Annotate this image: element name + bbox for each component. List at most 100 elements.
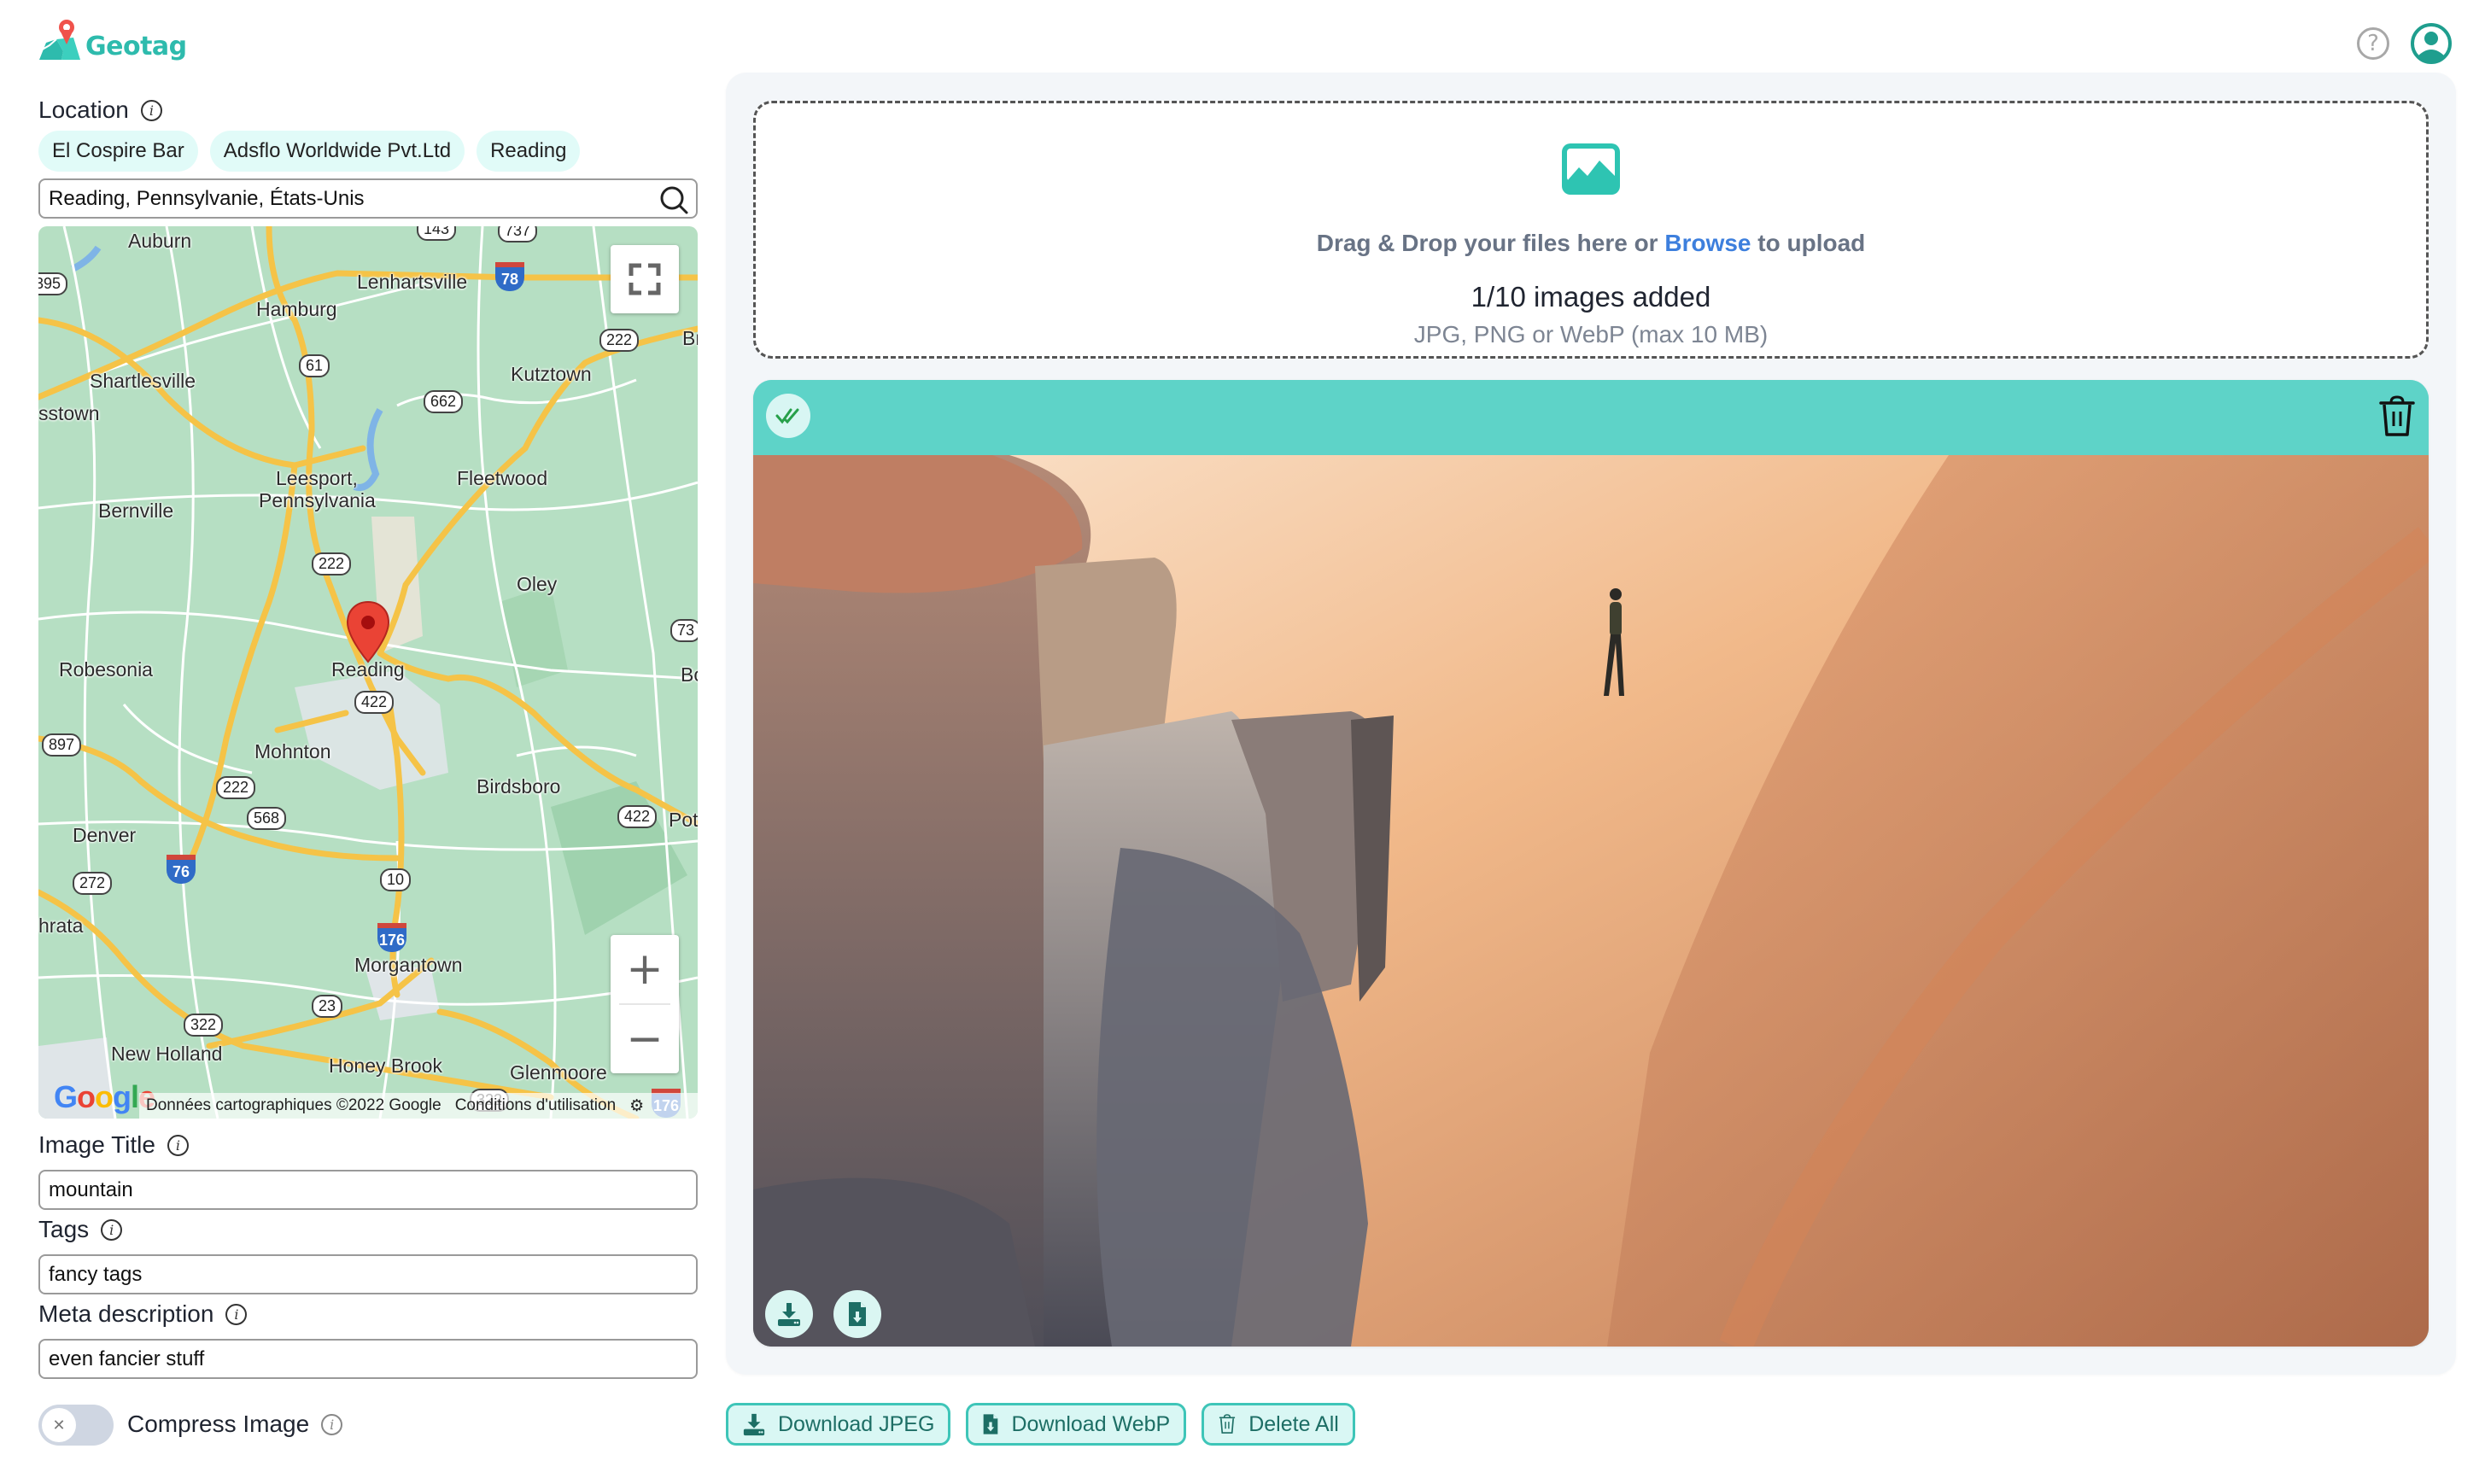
- download-webp-button[interactable]: Download WebP: [966, 1403, 1187, 1446]
- map-place-label: sstown: [38, 402, 100, 424]
- browse-link[interactable]: Browse: [1664, 230, 1751, 256]
- meta-description-value: even fancier stuff: [49, 1347, 205, 1370]
- tags-input[interactable]: fancy tags: [38, 1254, 698, 1294]
- route-shield: 143: [417, 226, 457, 241]
- map-place-label: Oley: [517, 573, 558, 595]
- interstate-shield: 76: [167, 855, 196, 884]
- download-icon: [743, 1413, 765, 1436]
- location-search-input[interactable]: Reading, Pennsylvanie, États-Unis: [38, 178, 698, 219]
- map-place-label: Mohnton: [254, 740, 331, 762]
- info-icon[interactable]: i: [140, 99, 162, 121]
- location-suggestions: El Cospire Bar Adsflo Worldwide Pvt.Ltd …: [38, 131, 581, 172]
- dropzone-instructions: Drag & Drop your files here or Browse to…: [756, 230, 2426, 257]
- image-card-header: [753, 380, 2429, 455]
- map-place-label: Lenhartsville: [357, 271, 468, 293]
- map-zoom-controls: + −: [611, 935, 679, 1073]
- route-shield: 422: [617, 805, 658, 828]
- route-shield: 322: [184, 1014, 224, 1037]
- map-place-label: Robesonia: [59, 658, 153, 681]
- compress-image-toggle[interactable]: ✕: [38, 1405, 114, 1446]
- map-place-label: Kutztown: [511, 363, 592, 385]
- zoom-out-button[interactable]: −: [611, 1005, 679, 1073]
- mountain-cliff-photo: [753, 455, 2429, 1347]
- trash-icon: [1219, 1414, 1236, 1434]
- meta-description-input[interactable]: even fancier stuff: [38, 1339, 698, 1379]
- map-place-label: Pot: [669, 809, 698, 831]
- location-search-value: Reading, Pennsylvanie, États-Unis: [49, 186, 365, 210]
- app-name: Geotag: [85, 32, 187, 61]
- header-actions: ?: [2357, 22, 2453, 65]
- route-shield: 222: [216, 776, 256, 799]
- zoom-in-button[interactable]: +: [611, 935, 679, 1003]
- map-place-label: Bo: [681, 663, 698, 686]
- info-icon[interactable]: i: [167, 1134, 189, 1156]
- map-pin-logo-icon: [38, 20, 80, 60]
- accepted-formats: JPG, PNG or WebP (max 10 MB): [1413, 321, 1769, 348]
- delete-all-button[interactable]: Delete All: [1202, 1403, 1355, 1446]
- download-webp-label: Download WebP: [1011, 1411, 1171, 1436]
- map-place-label: Honey Brook: [329, 1055, 442, 1077]
- download-jpeg-image-button[interactable]: [765, 1290, 813, 1338]
- route-shield: 61: [299, 354, 330, 377]
- tags-value: fancy tags: [49, 1262, 143, 1286]
- download-jpeg-button[interactable]: Download JPEG: [726, 1403, 951, 1446]
- map-place-label: hrata: [38, 914, 84, 937]
- app-logo[interactable]: Geotag: [38, 15, 187, 63]
- tags-label: Tags i: [38, 1216, 123, 1243]
- map-place-label: Denver: [73, 824, 137, 846]
- trash-icon[interactable]: [2377, 395, 2417, 438]
- upload-panel: Drag & Drop your files here or Browse to…: [726, 73, 2456, 1375]
- map-attribution: Données cartographiques ©2022 Google Con…: [139, 1093, 698, 1119]
- route-shield: 222: [599, 329, 640, 352]
- location-pin-icon[interactable]: [346, 600, 390, 663]
- user-circle-icon[interactable]: [2410, 22, 2453, 65]
- uploaded-image-preview[interactable]: [753, 455, 2429, 1347]
- delete-all-label: Delete All: [1248, 1411, 1339, 1436]
- map-fullscreen-button[interactable]: [611, 245, 679, 313]
- meta-description-label: Meta description i: [38, 1300, 248, 1328]
- map-place-label: Pennsylvania: [259, 489, 376, 511]
- route-shield: 10: [380, 868, 412, 891]
- route-shield: 897: [42, 733, 82, 757]
- info-icon[interactable]: i: [225, 1303, 248, 1325]
- route-shield: 662: [424, 390, 464, 413]
- image-title-label: Image Title i: [38, 1131, 189, 1159]
- map-place-label: New Holland: [111, 1043, 223, 1065]
- double-check-icon[interactable]: [766, 394, 810, 438]
- location-chip[interactable]: Reading: [477, 131, 581, 172]
- bulk-actions: Download JPEG Download WebP Delete All: [726, 1403, 1355, 1446]
- image-title-input[interactable]: mountain: [38, 1170, 698, 1210]
- file-dropzone[interactable]: Drag & Drop your files here or Browse to…: [753, 101, 2429, 359]
- map-place-label: Auburn: [128, 230, 192, 252]
- compress-image-label: Compress Image i: [127, 1411, 343, 1438]
- images-count: 1/10 images added: [1471, 281, 1711, 313]
- location-map[interactable]: Auburn Lenhartsville Hamburg Shartlesvil…: [38, 226, 698, 1119]
- map-place-label: Bernville: [98, 500, 174, 522]
- map-place-label: Birdsboro: [477, 775, 561, 798]
- search-icon[interactable]: [658, 184, 689, 215]
- location-label-text: Location: [38, 96, 129, 123]
- info-icon[interactable]: i: [101, 1218, 123, 1241]
- map-place-label: Morgantown: [354, 954, 463, 976]
- fullscreen-icon: [629, 263, 661, 295]
- route-shield: 23: [312, 995, 343, 1018]
- compress-image-label-text: Compress Image: [127, 1411, 310, 1437]
- report-bug-icon[interactable]: ⚙: [629, 1096, 644, 1116]
- dropzone-text: to upload: [1751, 230, 1866, 256]
- route-shield: 73: [670, 619, 698, 642]
- location-chip[interactable]: Adsflo Worldwide Pvt.Ltd: [209, 131, 465, 172]
- map-place-label: Glenmoore: [510, 1061, 607, 1084]
- image-title-label-text: Image Title: [38, 1131, 155, 1158]
- help-circle-icon[interactable]: ?: [2357, 27, 2389, 60]
- info-icon[interactable]: i: [321, 1413, 343, 1435]
- map-place-label: Shartlesville: [90, 370, 196, 392]
- download-webp-image-button[interactable]: [833, 1290, 881, 1338]
- route-shield: 272: [73, 872, 113, 895]
- location-label: Location i: [38, 96, 162, 124]
- route-shield: 568: [247, 807, 287, 830]
- map-terms-link[interactable]: Conditions d'utilisation: [455, 1096, 616, 1115]
- double-check-glyph: [775, 408, 799, 424]
- route-shield: 222: [312, 552, 352, 575]
- download-icon: [778, 1303, 800, 1326]
- location-chip[interactable]: El Cospire Bar: [38, 131, 198, 172]
